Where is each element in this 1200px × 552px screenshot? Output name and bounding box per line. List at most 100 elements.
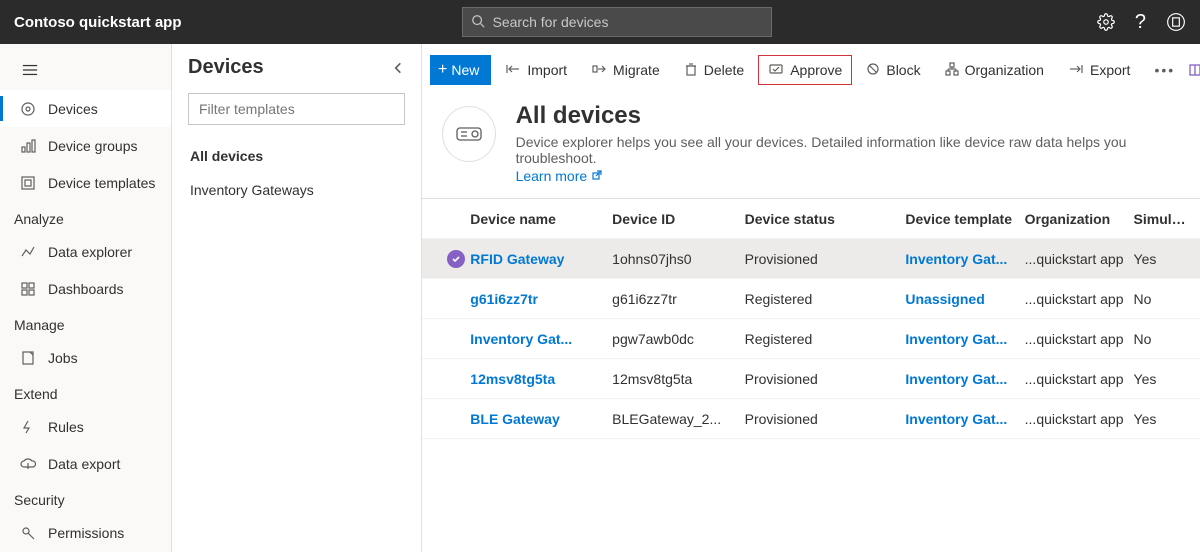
toolbar: + New Import Migrate Delete Approv	[422, 52, 1200, 88]
btn-label: Migrate	[613, 62, 660, 78]
col-device-id[interactable]: Device ID	[612, 211, 744, 227]
device-org: ...quickstart app	[1025, 331, 1134, 347]
nav-label: Data export	[48, 456, 120, 472]
nav-jobs[interactable]: Jobs	[0, 339, 171, 376]
link-label: Learn more	[516, 168, 588, 184]
device-name-link[interactable]: Inventory Gat...	[470, 331, 572, 347]
content-area: + New Import Migrate Delete Approv	[422, 44, 1200, 552]
columns-icon[interactable]	[1189, 63, 1200, 77]
search-input[interactable]	[493, 14, 763, 30]
table-row[interactable]: Inventory Gat...pgw7awb0dcRegisteredInve…	[422, 319, 1200, 359]
migrate-icon	[591, 62, 607, 79]
learn-more-link[interactable]: Learn more	[516, 168, 604, 184]
col-simulated[interactable]: Simulated	[1134, 211, 1200, 227]
settings-icon[interactable]	[1097, 13, 1115, 31]
nav-permissions[interactable]: Permissions	[0, 514, 171, 551]
migrate-button[interactable]: Migrate	[581, 55, 670, 85]
hamburger-icon[interactable]	[22, 63, 38, 77]
new-button[interactable]: + New	[430, 55, 491, 85]
device-template-link[interactable]: Unassigned	[905, 291, 984, 307]
devices-table: Device name Device ID Device status Devi…	[422, 198, 1200, 439]
col-device-template[interactable]: Device template	[905, 211, 1024, 227]
left-nav: Devices Device groups Device templates A…	[0, 44, 172, 552]
nav-device-groups[interactable]: Device groups	[0, 127, 171, 164]
filter-templates-input[interactable]	[188, 93, 405, 125]
more-button[interactable]: •••	[1144, 55, 1185, 85]
device-name-link[interactable]: BLE Gateway	[470, 411, 559, 427]
device-name-link[interactable]: 12msv8tg5ta	[470, 371, 555, 387]
nav-label: Rules	[48, 419, 84, 435]
export-button[interactable]: Export	[1058, 55, 1140, 85]
device-id: pgw7awb0dc	[612, 331, 744, 347]
export-icon	[18, 456, 38, 472]
page-description: Device explorer helps you see all your d…	[516, 134, 1180, 166]
nav-data-export[interactable]: Data export	[0, 445, 171, 482]
help-icon[interactable]: ?	[1135, 11, 1146, 34]
search-box[interactable]	[462, 7, 772, 37]
organization-button[interactable]: Organization	[935, 55, 1054, 85]
nav-section-manage: Manage	[0, 307, 171, 339]
block-button[interactable]: Block	[856, 55, 930, 85]
template-all-devices[interactable]: All devices	[188, 139, 405, 173]
approve-icon	[768, 62, 784, 79]
app-switcher-icon[interactable]	[1166, 12, 1186, 32]
collapse-panel-icon[interactable]	[391, 61, 405, 75]
device-name-link[interactable]: RFID Gateway	[470, 251, 564, 267]
template-inventory-gateways[interactable]: Inventory Gateways	[188, 173, 405, 207]
table-row[interactable]: g61i6zz7trg61i6zz7trRegisteredUnassigned…	[422, 279, 1200, 319]
topbar: Contoso quickstart app ?	[0, 0, 1200, 44]
devices-icon	[18, 101, 38, 117]
delete-button[interactable]: Delete	[674, 55, 754, 85]
device-status: Registered	[745, 331, 906, 347]
btn-label: Delete	[704, 62, 744, 78]
nav-dashboards[interactable]: Dashboards	[0, 270, 171, 307]
device-simulated: No	[1134, 291, 1200, 307]
page-title: All devices	[516, 102, 1180, 130]
import-icon	[505, 62, 521, 79]
nav-label: Dashboards	[48, 281, 124, 297]
col-organization[interactable]: Organization	[1025, 211, 1134, 227]
device-simulated: Yes	[1134, 371, 1200, 387]
device-template-link[interactable]: Inventory Gat...	[905, 371, 1007, 387]
groups-icon	[18, 138, 38, 154]
chart-icon	[18, 244, 38, 260]
table-row[interactable]: RFID Gateway1ohns07jhs0ProvisionedInvent…	[422, 239, 1200, 279]
app-title: Contoso quickstart app	[14, 14, 182, 31]
nav-data-explorer[interactable]: Data explorer	[0, 233, 171, 270]
btn-label: Export	[1090, 62, 1130, 78]
nav-label: Jobs	[48, 350, 78, 366]
templates-panel: Devices All devices Inventory Gateways	[172, 44, 422, 552]
device-template-link[interactable]: Inventory Gat...	[905, 251, 1007, 267]
trash-icon	[684, 62, 698, 79]
col-device-name[interactable]: Device name	[470, 211, 612, 227]
nav-label: Data explorer	[48, 244, 132, 260]
row-selector[interactable]	[442, 250, 470, 268]
checkmark-icon	[447, 250, 465, 268]
table-row[interactable]: 12msv8tg5ta12msv8tg5taProvisionedInvento…	[422, 359, 1200, 399]
import-button[interactable]: Import	[495, 55, 577, 85]
btn-label: Organization	[965, 62, 1044, 78]
nav-rules[interactable]: Rules	[0, 408, 171, 445]
approve-button[interactable]: Approve	[758, 55, 852, 85]
nav-devices[interactable]: Devices	[0, 90, 171, 127]
org-icon	[945, 62, 959, 79]
device-status: Provisioned	[745, 251, 906, 267]
nav-label: Permissions	[48, 525, 124, 541]
page-head: All devices Device explorer helps you se…	[422, 94, 1200, 198]
device-name-link[interactable]: g61i6zz7tr	[470, 291, 538, 307]
jobs-icon	[18, 350, 38, 366]
device-id: g61i6zz7tr	[612, 291, 744, 307]
device-org: ...quickstart app	[1025, 371, 1134, 387]
export-arrow-icon	[1068, 62, 1084, 79]
device-template-link[interactable]: Inventory Gat...	[905, 411, 1007, 427]
nav-label: Device templates	[48, 175, 155, 191]
nav-device-templates[interactable]: Device templates	[0, 164, 171, 201]
col-device-status[interactable]: Device status	[745, 211, 906, 227]
device-simulated: Yes	[1134, 411, 1200, 427]
nav-section-security: Security	[0, 482, 171, 514]
btn-label: Approve	[790, 62, 842, 78]
nav-label: Devices	[48, 101, 98, 117]
device-template-link[interactable]: Inventory Gat...	[905, 331, 1007, 347]
device-status: Provisioned	[745, 371, 906, 387]
table-row[interactable]: BLE GatewayBLEGateway_2...ProvisionedInv…	[422, 399, 1200, 439]
